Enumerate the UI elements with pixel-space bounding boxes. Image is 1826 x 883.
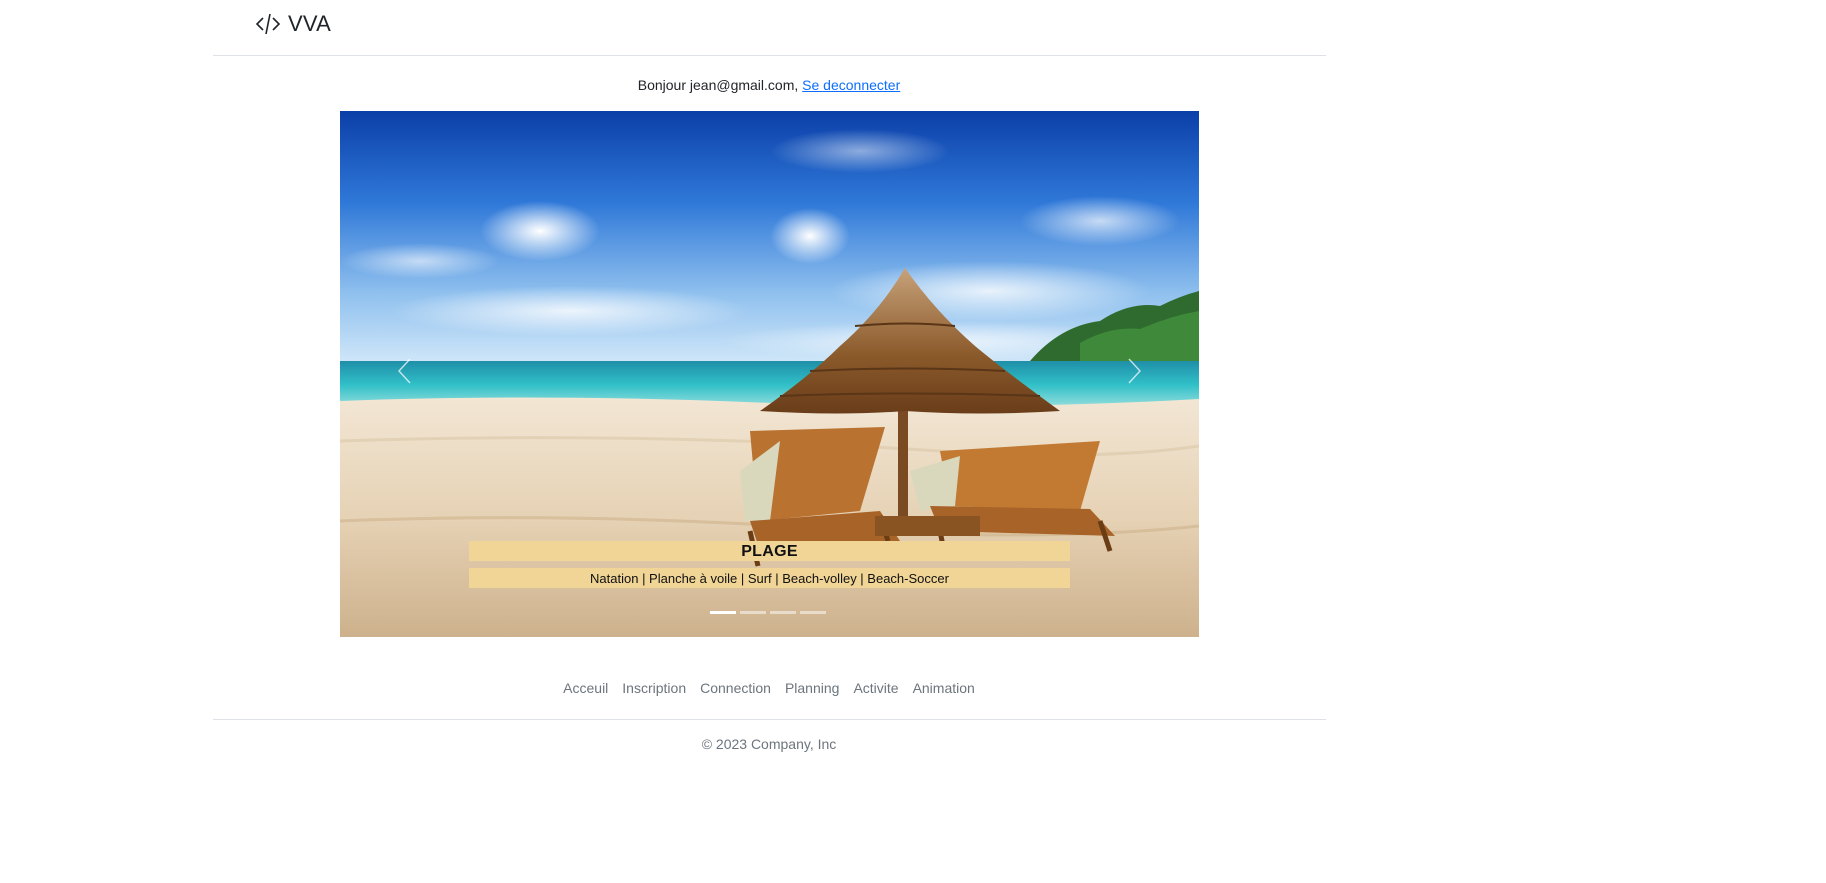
carousel-next-button[interactable] — [1104, 341, 1164, 401]
footer-link-inscription[interactable]: Inscription — [615, 680, 693, 696]
carousel-prev-button[interactable] — [375, 341, 435, 401]
footer-link-activite[interactable]: Activite — [846, 680, 905, 696]
greeting-text: Bonjour jean@gmail.com, — [637, 77, 803, 93]
carousel-indicator[interactable] — [710, 611, 736, 614]
carousel-indicator[interactable] — [740, 611, 766, 614]
footer-nav: Acceuil Inscription Connection Planning … — [0, 680, 1538, 696]
code-slash-icon — [255, 13, 281, 35]
brand-link[interactable]: VVA — [254, 10, 331, 38]
footer-link-connection[interactable]: Connection — [693, 680, 778, 696]
copyright-text: © 2023 Company, Inc — [701, 736, 837, 752]
chevron-left-icon — [397, 358, 411, 384]
footer-link-planning[interactable]: Planning — [778, 680, 847, 696]
site-header: VVA — [213, 0, 1326, 56]
footer-link-acceuil[interactable]: Acceuil — [556, 680, 615, 696]
carousel-caption-title: PLAGE — [469, 541, 1070, 561]
carousel-indicators — [710, 611, 826, 614]
carousel: PLAGE Natation | Planche à voile | Surf … — [340, 111, 1199, 637]
user-greeting: Bonjour jean@gmail.com, Se deconnecter — [0, 77, 1538, 93]
logout-link[interactable]: Se deconnecter — [802, 77, 900, 93]
carousel-indicator[interactable] — [770, 611, 796, 614]
footer-link-animation[interactable]: Animation — [906, 680, 982, 696]
chevron-right-icon — [1128, 358, 1142, 384]
carousel-indicator[interactable] — [800, 611, 826, 614]
carousel-caption-text: Natation | Planche à voile | Surf | Beac… — [469, 568, 1070, 588]
footer-divider — [213, 719, 1326, 720]
brand-name: VVA — [288, 11, 331, 36]
